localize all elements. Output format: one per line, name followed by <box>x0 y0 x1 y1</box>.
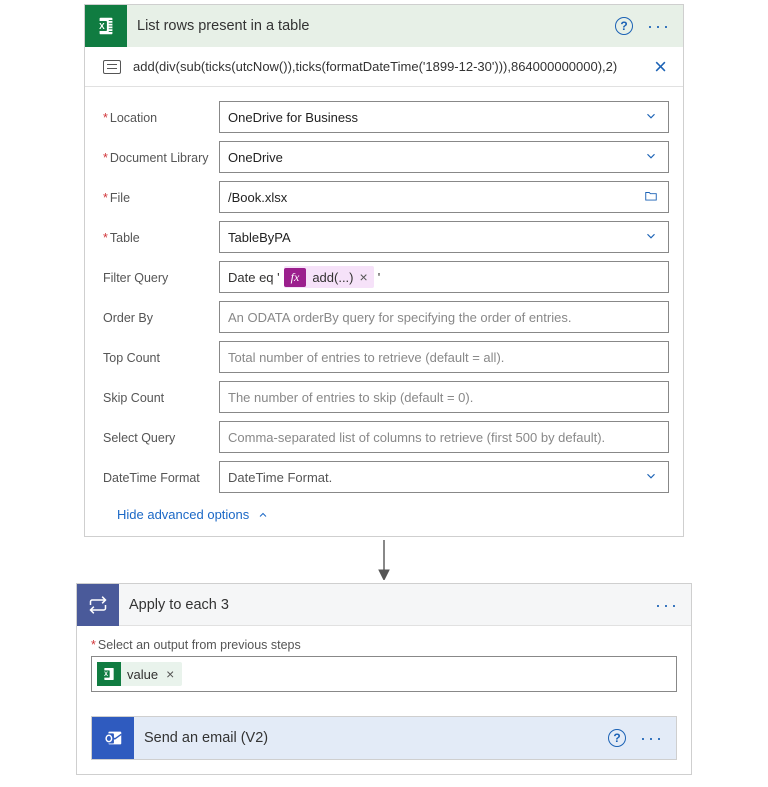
filterquery-suffix: ' <box>378 270 380 285</box>
label-file: File <box>110 191 130 205</box>
more-icon[interactable]: ··· <box>647 17 671 35</box>
select-output-input[interactable]: X value × <box>91 656 677 692</box>
svg-text:X: X <box>104 672 108 678</box>
datetimeformat-dropdown[interactable]: DateTime Format. <box>219 461 669 493</box>
flow-arrow-icon <box>0 537 768 583</box>
label-doclib: Document Library <box>110 151 209 165</box>
chevron-down-icon[interactable] <box>642 469 660 486</box>
chevron-down-icon[interactable] <box>642 229 660 246</box>
filterquery-prefix: Date eq ' <box>228 270 280 285</box>
chevron-down-icon[interactable] <box>642 109 660 126</box>
excel-icon: X <box>85 5 127 47</box>
documentlibrary-value: OneDrive <box>228 150 642 165</box>
label-orderby: Order By <box>103 311 153 325</box>
step-list-rows: X List rows present in a table ? ··· add… <box>84 4 684 537</box>
excel-icon: X <box>97 662 121 686</box>
file-value: /Book.xlsx <box>228 190 642 205</box>
label-datetimeformat: DateTime Format <box>103 471 200 485</box>
table-value: TableByPA <box>228 230 642 245</box>
step-title: Send an email (V2) <box>134 730 608 746</box>
table-dropdown[interactable]: TableByPA <box>219 221 669 253</box>
label-topcount: Top Count <box>103 351 160 365</box>
step-header-send-email[interactable]: Send an email (V2) ? ··· <box>92 717 676 759</box>
label-location: Location <box>110 111 157 125</box>
loop-icon <box>77 584 119 626</box>
filterquery-input[interactable]: Date eq ' fx add(...) × ' <box>219 261 669 293</box>
fx-icon: fx <box>284 268 307 287</box>
close-icon[interactable]: × <box>652 50 669 84</box>
skipcount-placeholder: The number of entries to skip (default =… <box>228 390 660 405</box>
datetimeformat-value: DateTime Format. <box>228 470 642 485</box>
value-token-label: value <box>127 667 158 682</box>
folder-icon[interactable] <box>642 189 660 206</box>
topcount-placeholder: Total number of entries to retrieve (def… <box>228 350 660 365</box>
label-selectquery: Select Query <box>103 431 175 445</box>
more-icon[interactable]: ··· <box>640 729 664 747</box>
step-apply-to-each: Apply to each 3 ··· *Select an output fr… <box>76 583 692 775</box>
help-icon[interactable]: ? <box>615 17 633 35</box>
chevron-up-icon <box>257 509 269 521</box>
documentlibrary-dropdown[interactable]: OneDrive <box>219 141 669 173</box>
help-icon[interactable]: ? <box>608 729 626 747</box>
step-send-email: Send an email (V2) ? ··· <box>91 716 677 760</box>
location-dropdown[interactable]: OneDrive for Business <box>219 101 669 133</box>
step-header-list-rows[interactable]: X List rows present in a table ? ··· <box>85 5 683 47</box>
remove-token-icon[interactable]: × <box>360 269 368 285</box>
topcount-input[interactable]: Total number of entries to retrieve (def… <box>219 341 669 373</box>
value-token[interactable]: X value × <box>97 662 182 686</box>
step-title: List rows present in a table <box>127 18 615 34</box>
hide-advanced-link[interactable]: Hide advanced options <box>103 493 669 524</box>
peek-code-bar: add(div(sub(ticks(utcNow()),ticks(format… <box>85 47 683 87</box>
label-table: Table <box>110 231 140 245</box>
remove-token-icon[interactable]: × <box>166 666 174 682</box>
step-header-apply-each[interactable]: Apply to each 3 ··· <box>77 584 691 626</box>
file-picker[interactable]: /Book.xlsx <box>219 181 669 213</box>
advanced-toggle-label: Hide advanced options <box>117 507 249 522</box>
select-output-label: Select an output from previous steps <box>98 638 301 652</box>
location-value: OneDrive for Business <box>228 110 642 125</box>
expression-token[interactable]: fx add(...) × <box>284 266 374 288</box>
orderby-input[interactable]: An ODATA orderBy query for specifying th… <box>219 301 669 333</box>
outlook-icon <box>92 717 134 759</box>
chevron-down-icon[interactable] <box>642 149 660 166</box>
label-filterquery: Filter Query <box>103 271 168 285</box>
selectquery-placeholder: Comma-separated list of columns to retri… <box>228 430 660 445</box>
peek-code-icon <box>103 60 121 74</box>
step-title: Apply to each 3 <box>119 597 655 613</box>
orderby-placeholder: An ODATA orderBy query for specifying th… <box>228 310 660 325</box>
selectquery-input[interactable]: Comma-separated list of columns to retri… <box>219 421 669 453</box>
skipcount-input[interactable]: The number of entries to skip (default =… <box>219 381 669 413</box>
more-icon[interactable]: ··· <box>655 596 679 614</box>
label-skipcount: Skip Count <box>103 391 164 405</box>
svg-text:X: X <box>99 22 105 31</box>
peek-code-text: add(div(sub(ticks(utcNow()),ticks(format… <box>133 59 652 74</box>
expression-label: add(...) <box>312 270 353 285</box>
